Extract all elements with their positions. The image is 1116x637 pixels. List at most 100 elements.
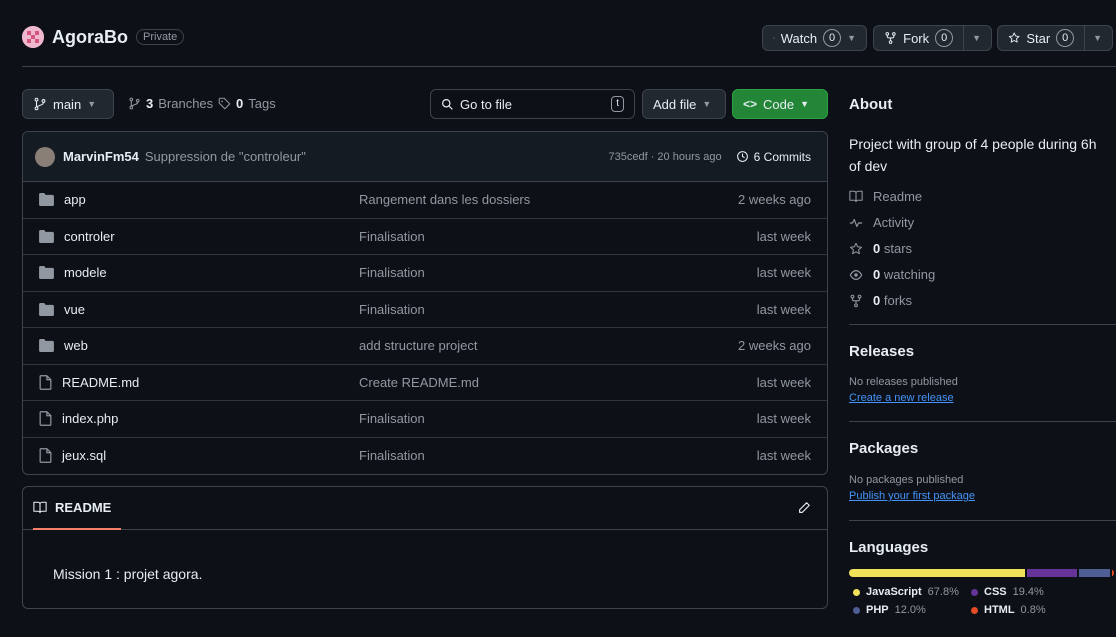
readme-link[interactable]: Readme [849,189,922,204]
pulse-icon [849,218,863,227]
chevron-down-icon: ▼ [87,99,97,109]
file-icon [39,411,52,427]
author-avatar[interactable] [35,146,55,167]
book-icon [33,501,47,513]
file-commit-message[interactable]: Finalisation [359,302,691,317]
file-name[interactable]: jeux.sql [62,448,106,463]
chevron-down-icon[interactable]: ▼ [1093,33,1102,43]
file-row-app[interactable]: app Rangement dans les dossiers 2 weeks … [23,182,827,219]
readme-tab[interactable]: README [33,487,122,530]
tag-icon [218,97,231,110]
language-bar-segment [1026,569,1077,577]
activity-link-label: Activity [873,215,915,230]
file-row-controler[interactable]: controler Finalisation last week [23,219,827,255]
file-name[interactable]: README.md [62,375,139,390]
file-commit-message[interactable]: Finalisation [359,448,691,463]
file-name[interactable]: index.php [62,411,118,426]
watch-count: 0 [823,29,842,47]
about-title: About [849,96,893,113]
readme-header: README [23,487,827,530]
repo-name[interactable]: AgoraBo [52,27,128,48]
code-label: Code [763,96,795,112]
file-commit-message[interactable]: add structure project [359,338,691,353]
pencil-icon[interactable] [797,501,811,515]
file-date: last week [756,374,811,390]
folder-icon [39,229,54,243]
file-row-web[interactable]: web add structure project 2 weeks ago [23,328,827,365]
star-button[interactable]: Star 0 ▼ [997,25,1113,51]
chevron-down-icon[interactable]: ▼ [972,33,981,43]
repo-avatar[interactable] [22,26,44,48]
eye-icon [849,269,863,280]
forks-link[interactable]: 0 forks [849,293,912,308]
stars-count: 0 [873,241,881,256]
releases-title[interactable]: Releases [849,343,914,360]
file-commit-message[interactable]: Finalisation [359,411,691,426]
file-name[interactable]: web [64,338,88,353]
file-name[interactable]: app [64,192,86,207]
file-row-vue[interactable]: vue Finalisation last week [23,292,827,328]
readme-panel: README Mission 1 : projet agora. [22,486,828,609]
eye-icon [773,37,775,39]
branches-link[interactable]: 3 Branches [128,96,213,111]
watch-label: Watch [780,30,818,46]
file-icon [39,448,52,464]
watching-link[interactable]: 0 watching [849,267,935,282]
language-percent: 19.4% [1012,586,1044,598]
file-commit-message[interactable]: Finalisation [359,265,691,280]
file-date: 2 weeks ago [738,192,811,208]
language-name: CSS [984,586,1007,598]
language-javascript[interactable]: JavaScript 67.8% [853,586,959,598]
languages-title: Languages [849,539,929,556]
commits-link[interactable]: 6 Commits [736,150,811,164]
commit-message[interactable]: Suppression de "controleur" [145,149,306,164]
add-file-button[interactable]: Add file ▼ [642,89,726,119]
about-description-line2: of dev [849,158,888,174]
commit-author[interactable]: MarvinFm54 [63,149,139,164]
packages-title[interactable]: Packages [849,440,918,457]
go-to-file-input[interactable]: Go to file t [430,89,635,119]
commit-meta[interactable]: 735cedf · 20 hours ago [609,151,722,163]
file-commit-message[interactable]: Create README.md [359,375,691,390]
sidebar-divider [849,421,1116,422]
file-name[interactable]: modele [64,265,107,280]
language-name: PHP [866,604,889,616]
about-description: Project with group of 4 people during 6h… [849,133,1097,177]
activity-link[interactable]: Activity [849,215,914,230]
language-css[interactable]: CSS 19.4% [971,586,1044,598]
chevron-down-icon: ▼ [800,99,810,109]
language-bar-segment [1111,569,1114,577]
code-button[interactable]: <> Code ▼ [732,89,828,119]
language-php[interactable]: PHP 12.0% [853,604,926,616]
branch-selector[interactable]: main ▼ [22,89,114,119]
branches-count: 3 [146,96,154,111]
file-commit-message[interactable]: Finalisation [359,229,691,244]
watching-label: watching [883,267,936,282]
language-html[interactable]: HTML 0.8% [971,604,1046,616]
fork-label: Fork [903,30,930,46]
file-row-jeux-sql[interactable]: jeux.sql Finalisation last week [23,438,827,475]
tags-link[interactable]: 0 Tags [218,96,276,111]
header-divider [22,66,1116,67]
language-bar [849,569,1114,577]
file-date: last week [756,448,811,464]
file-name[interactable]: controler [64,229,115,244]
file-row-readme[interactable]: README.md Create README.md last week [23,365,827,401]
publish-package-link[interactable]: Publish your first package [849,490,975,502]
file-date: last week [756,228,811,244]
branch-name: main [53,96,82,112]
file-row-index-php[interactable]: index.php Finalisation last week [23,401,827,438]
language-bar-segment [1078,569,1110,577]
visibility-badge: Private [136,29,185,45]
fork-button[interactable]: Fork 0 ▼ [873,25,992,51]
create-release-link[interactable]: Create a new release [849,392,954,404]
branches-label: Branches [158,96,214,111]
branch-icon [129,97,140,110]
about-description-line1: Project with group of 4 people during 6h [849,136,1097,152]
watch-button[interactable]: Watch 0 ▼ [762,25,867,51]
stars-link[interactable]: 0 stars [849,241,912,256]
sidebar-divider [849,324,1116,325]
file-commit-message[interactable]: Rangement dans les dossiers [359,192,691,207]
file-row-modele[interactable]: modele Finalisation last week [23,255,827,292]
file-name[interactable]: vue [64,302,85,317]
